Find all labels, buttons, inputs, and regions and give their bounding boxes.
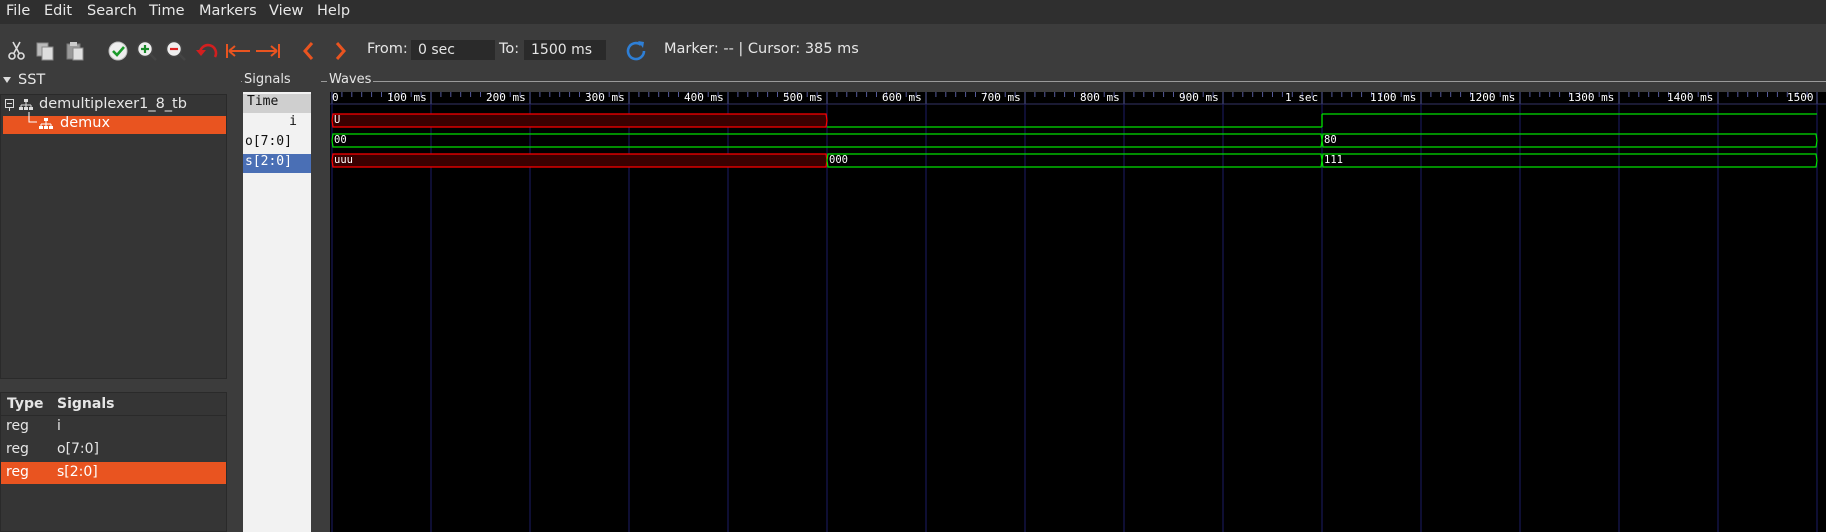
waves-pane[interactable]: 0 100 ms 200 ms 300 ms 400 ms 500 ms 600 ms 700… <box>330 92 1826 532</box>
menu-edit[interactable]: Edit <box>44 3 72 19</box>
undo-icon[interactable] <box>194 37 222 65</box>
time-tick-label: 300 ms <box>585 92 625 104</box>
paste-icon[interactable] <box>61 37 89 65</box>
wave-bus-segment <box>331 113 828 128</box>
wave-value-label: 80 <box>1324 134 1337 146</box>
signals-pane: Time i o[7:0] s[2:0] <box>243 92 311 532</box>
tree-collapse-icon[interactable] <box>5 99 15 111</box>
type-column-header[interactable]: Type <box>7 396 44 412</box>
previous-edge-icon[interactable] <box>295 37 323 65</box>
time-tick-label: 1100 ms <box>1370 92 1417 104</box>
next-edge-icon[interactable] <box>326 37 354 65</box>
sst-tree-panel: demultiplexer1_8_tb demux <box>0 94 227 379</box>
signal-list-row-selected[interactable]: reg s[2:0] <box>1 462 226 484</box>
time-tick-label: 800 ms <box>1080 92 1120 104</box>
reload-icon[interactable] <box>622 37 650 65</box>
wave-value-label: 000 <box>829 154 848 166</box>
signal-row-i[interactable]: i <box>243 114 311 133</box>
hierarchy-icon <box>19 99 33 110</box>
to-input[interactable]: 1500 ms <box>524 40 606 60</box>
cut-icon[interactable] <box>3 37 31 65</box>
waves-pane-title: Waves <box>327 72 374 87</box>
signal-list-row[interactable]: reg i <box>1 416 226 438</box>
menu-time[interactable]: Time <box>149 3 185 19</box>
time-tick-label: 100 ms <box>387 92 427 104</box>
signal-type: reg <box>6 441 29 457</box>
waveform-canvas[interactable] <box>330 92 1826 532</box>
signals-pane-title: Signals <box>242 72 293 87</box>
signal-list-header: Type Signals <box>1 393 226 416</box>
copy-icon[interactable] <box>31 37 59 65</box>
zoom-in-icon[interactable] <box>133 37 161 65</box>
signal-row-s-selected[interactable]: s[2:0] <box>243 154 311 173</box>
sst-expander[interactable] <box>2 73 12 89</box>
tree-item-label: demux <box>60 115 111 131</box>
time-tick-label: 500 ms <box>783 92 823 104</box>
signal-type: reg <box>6 418 29 434</box>
tree-item-demux[interactable]: demux <box>3 112 226 134</box>
wave-value-label: 111 <box>1324 154 1343 166</box>
wave-bus-segment <box>1321 133 1818 148</box>
menu-markers[interactable]: Markers <box>199 3 257 19</box>
time-tick-label: 1200 ms <box>1469 92 1516 104</box>
wave-value-label: uuu <box>334 154 353 166</box>
signal-name: s[2:0] <box>57 464 98 480</box>
expander-arrow-icon <box>3 77 11 83</box>
signal-type: reg <box>6 464 29 480</box>
hierarchy-icon <box>39 118 53 129</box>
wave-value-label: U <box>334 114 341 126</box>
marker-cursor-status: Marker: -- | Cursor: 385 ms <box>664 41 859 57</box>
from-label: From: <box>367 41 408 57</box>
signal-name: i <box>57 418 61 434</box>
zoom-to-start-icon[interactable] <box>224 37 252 65</box>
signal-list-row[interactable]: reg o[7:0] <box>1 439 226 461</box>
zoom-to-end-icon[interactable] <box>254 37 282 65</box>
time-tick-label: 1500 <box>1787 92 1814 104</box>
signal-name: o[7:0] <box>57 441 100 457</box>
wave-bus-segment <box>826 153 1323 168</box>
tree-branch-line <box>28 112 37 123</box>
wave-bus-segment <box>331 153 828 168</box>
time-tick-label: 1 sec <box>1285 92 1319 104</box>
time-tick-label: 400 ms <box>684 92 724 104</box>
time-tick-label: 0 <box>332 92 339 104</box>
menu-view[interactable]: View <box>269 3 303 19</box>
time-tick-label: 1300 ms <box>1568 92 1615 104</box>
sst-signal-list: Type Signals reg i reg o[7:0] reg s[2:0] <box>0 392 227 532</box>
signals-time-header: Time <box>243 94 311 113</box>
signal-row-o[interactable]: o[7:0] <box>243 134 311 153</box>
time-tick-label: 600 ms <box>882 92 922 104</box>
zoom-fit-icon[interactable] <box>104 37 132 65</box>
time-tick-label: 200 ms <box>486 92 526 104</box>
time-tick-label: 900 ms <box>1179 92 1219 104</box>
menu-search[interactable]: Search <box>87 3 137 19</box>
menu-file[interactable]: File <box>6 3 30 19</box>
menu-help[interactable]: Help <box>317 3 350 19</box>
waves-frame-line <box>321 81 1826 82</box>
zoom-out-icon[interactable] <box>162 37 190 65</box>
to-label: To: <box>499 41 520 57</box>
wave-bus-segment <box>1321 153 1818 168</box>
time-tick-label: 700 ms <box>981 92 1021 104</box>
wave-value-label: 00 <box>334 134 347 146</box>
sst-title: SST <box>18 72 46 88</box>
time-tick-label: 1400 ms <box>1667 92 1714 104</box>
menu-bar: File Edit Search Time Markers View Help <box>0 0 1826 24</box>
signals-column-header[interactable]: Signals <box>57 396 114 412</box>
from-input[interactable]: 0 sec <box>411 40 495 60</box>
tree-item-label: demultiplexer1_8_tb <box>39 96 187 112</box>
